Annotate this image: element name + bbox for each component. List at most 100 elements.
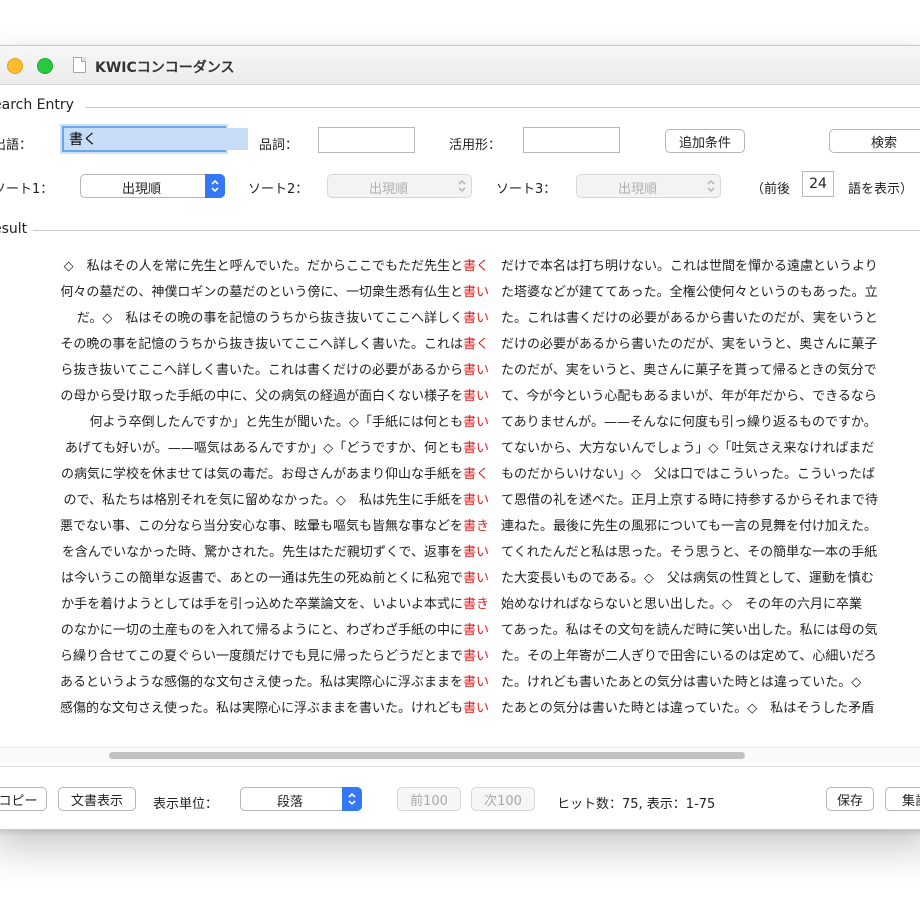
left-context: 何よう卒倒したんですか」と先生が聞いた。◇「手紙には何とも — [89, 415, 463, 430]
keyword: 書い — [462, 545, 489, 560]
bottom-toolbar: コピー 文書表示 表示単位： 段落 前100 次100 ヒット数：75, 表示：… — [0, 766, 920, 829]
previous-100-button[interactable]: 前100 — [397, 787, 461, 811]
keyword: 書い — [462, 649, 489, 664]
pos-field[interactable] — [318, 127, 415, 153]
save-button[interactable]: 保存 — [826, 787, 874, 811]
sort2-select: 出現順 — [327, 174, 472, 198]
aggregate-button[interactable]: 集計 — [885, 787, 920, 811]
right-context: てないから、大方ないんでしょう」◇「吐気さえ来なければまだ — [501, 441, 875, 456]
document-view-button[interactable]: 文書表示 — [58, 787, 136, 811]
display-unit-select[interactable]: 段落 — [240, 787, 362, 811]
kwic-row[interactable]: 感傷的な文句さえ使った。私は実際心に浮ぶままを書いた。けれども 書い たあとの気分は… — [0, 693, 920, 719]
next-100-button[interactable]: 次100 — [471, 787, 535, 811]
keyword: 書く — [462, 259, 489, 274]
search-entry-title: earch Entry — [0, 97, 74, 113]
hit-count-status: ヒット数：75, 表示：1-75 — [557, 797, 716, 812]
kwic-row[interactable]: だ。◇ 私はその晩の事を記憶のうちから抜き抜いてここへ詳しく 書い た。これは書くだ… — [0, 303, 920, 329]
zoom-button[interactable] — [37, 58, 53, 74]
left-context: その晩の事を記憶のうちから抜き抜いてここへ詳しく書いた。これは — [60, 337, 463, 352]
kwic-row[interactable]: 悪でない事、この分なら当分安心な事、眩暈も嘔気も皆無な事などを 書き 連ねた。最後に… — [0, 511, 920, 537]
search-entry-divider — [85, 107, 920, 108]
kwic-row[interactable]: 何よう卒倒したんですか」と先生が聞いた。◇「手紙には何とも 書い てありませんが。—… — [0, 407, 920, 433]
conjugation-label: 活用形： — [449, 138, 502, 153]
conjugation-input[interactable] — [524, 128, 619, 152]
right-context: た。その上年寄が二人ぎりで田舎にいるのは定めて、心細いだろ — [501, 649, 877, 664]
kwic-row[interactable]: のなかに一切の土産ものを入れて帰るようにと、わざわざ手紙の中に 書い てあった。私は… — [0, 615, 920, 641]
headword-field[interactable] — [62, 126, 248, 152]
headword-label: 出語： — [0, 138, 33, 153]
right-context: てありませんが。——そんなに何度も引っ繰り返るものですか。 — [501, 415, 877, 430]
left-context: の病気に学校を休ませては気の毒だ。お母さんがあまり仰山な手紙を — [61, 467, 463, 482]
kwic-row[interactable]: 何々の墓だの、神僕ロギンの墓だのという傍に、一切衆生悉有仏生と 書い た塔婆などが建… — [0, 277, 920, 303]
left-context: の母から受け取った手紙の中に、父の病気の経過が面白くない様子を — [60, 389, 463, 404]
left-context: あるというような感傷的な文句さえ使った。私は実際心に浮ぶままを — [59, 675, 463, 690]
right-context: た大変長いものである。◇ 父は病気の性質として、運動を慎む — [501, 571, 874, 586]
right-context: てあった。私はその文句を読んだ時に笑い出した。私には母の気 — [501, 623, 878, 638]
window-title: KWICコンコーダンス — [95, 60, 235, 76]
kwic-row[interactable]: ら抜き抜いてここへ詳しく書いた。これは書くだけの必要があるから 書い たのだが、実を… — [0, 355, 920, 381]
right-context: て恩借の礼を述べた。正月上京する時に持参するからそれまで待 — [501, 493, 879, 508]
display-unit-label: 表示単位： — [153, 797, 219, 812]
right-context: た。これは書くだけの必要があるから書いたのだが、実をいうと — [501, 311, 878, 326]
minimize-button[interactable] — [7, 58, 23, 74]
right-context: だけの必要があるから書いたのだが、実をいうと、奥さんに菓子 — [501, 337, 878, 352]
left-context: ら繰り合せてこの夏ぐらい一度顔だけでも見に帰ったらどうだとまで — [59, 649, 463, 664]
right-context: 連ねた。最後に先生の風邪についても一言の見舞を付け加えた。 — [501, 519, 877, 534]
sort2-value: 出現順 — [368, 182, 408, 197]
keyword: 書い — [462, 623, 489, 638]
kwic-row[interactable]: の病気に学校を休ませては気の毒だ。お母さんがあまり仰山な手紙を 書く ものだからいけ… — [0, 459, 920, 485]
keyword: 書い — [462, 311, 489, 326]
context-size-field[interactable]: 24 — [802, 171, 834, 197]
keyword: 書い — [462, 285, 489, 300]
sort1-chevron-updown-icon — [205, 174, 225, 198]
sort2-label: ソート2： — [248, 182, 309, 197]
kwic-row[interactable]: ので、私たちは格別それを気に留めなかった。◇ 私は先生に手紙を 書い て恩借の礼を述… — [0, 485, 920, 511]
right-context: て、今が今という心配もあるまいが、年が年だから、できるなら — [501, 389, 877, 404]
right-context: たのだが、実をいうと、奥さんに菓子を貰って帰るときの気分で — [501, 363, 877, 378]
document-icon — [73, 57, 86, 73]
kwic-row[interactable]: あげても好いが。——嘔気はあるんですか」◇「どうですか、何とも 書い てないから、大… — [0, 433, 920, 459]
left-context: か手を着けようとしては手を引っ込めた卒業論文を、いよいよ本式に — [61, 597, 463, 612]
sort1-select[interactable]: 出現順 — [80, 174, 225, 198]
conjugation-field[interactable] — [523, 127, 620, 153]
keyword: 書い — [462, 493, 489, 508]
kwic-row[interactable]: は今いうこの簡単な返書で、あとの一通は先生の死ぬ前とくに私宛で 書い た大変長いもの… — [0, 563, 920, 589]
right-context: ものだからいけない」◇ 父は口ではこういった。こういったば — [501, 467, 875, 482]
display-unit-chevron-updown-icon — [342, 787, 362, 811]
pos-label: 品詞： — [259, 138, 299, 153]
scrollbar-thumb[interactable] — [109, 752, 745, 759]
keyword: 書く — [462, 467, 489, 482]
sort3-select: 出現順 — [576, 174, 721, 198]
kwic-row[interactable]: あるというような感傷的な文句さえ使った。私は実際心に浮ぶままを 書い た。けれども書… — [0, 667, 920, 693]
keyword: 書く — [462, 337, 489, 352]
pos-input[interactable] — [319, 128, 414, 152]
copy-button[interactable]: コピー — [0, 787, 47, 811]
keyword: 書い — [462, 675, 489, 690]
keyword: 書い — [462, 415, 489, 430]
kwic-results-list[interactable]: ◇ 私はその人を常に先生と呼んでいた。だからここでもただ先生と 書く だけで本名は打… — [0, 251, 920, 766]
right-context: た。けれども書いたあとの気分は書いた時とは違っていた。◇ — [501, 675, 862, 690]
left-context: 悪でない事、この分なら当分安心な事、眩暈も嘔気も皆無な事などを — [59, 519, 463, 534]
kwic-row[interactable]: か手を着けようとしては手を引っ込めた卒業論文を、いよいよ本式に 書き 始めなければな… — [0, 589, 920, 615]
display-unit-value: 段落 — [276, 795, 303, 810]
kwic-row[interactable]: を含んでいなかった時、驚かされた。先生はただ親切ずくで、返事を 書い てくれたんだと… — [0, 537, 920, 563]
left-context: 感傷的な文句さえ使った。私は実際心に浮ぶままを書いた。けれども — [59, 701, 463, 716]
keyword: 書い — [462, 389, 489, 404]
kwic-row[interactable]: の母から受け取った手紙の中に、父の病気の経過が面白くない様子を 書い て、今が今とい… — [0, 381, 920, 407]
context-prefix: （前後 — [751, 182, 791, 197]
right-context: たあとの気分は書いた時とは違っていた。◇ 私はそうした矛盾 — [501, 701, 875, 716]
horizontal-scrollbar[interactable] — [0, 747, 920, 762]
search-button[interactable]: 検索 — [829, 129, 920, 153]
add-condition-button[interactable]: 追加条件 — [665, 129, 745, 153]
left-context: のなかに一切の土産ものを入れて帰るようにと、わざわざ手紙の中に — [60, 623, 463, 638]
keyword: 書き — [462, 519, 489, 534]
left-context: を含んでいなかった時、驚かされた。先生はただ親切ずくで、返事を — [61, 545, 463, 560]
keyword: 書い — [462, 701, 489, 716]
sort2-chevron-updown-icon — [452, 174, 472, 198]
kwic-row[interactable]: ◇ 私はその人を常に先生と呼んでいた。だからここでもただ先生と 書く だけで本名は打… — [0, 251, 920, 277]
right-context: てくれたんだと私は思った。そう思うと、その簡単な一本の手紙 — [501, 545, 878, 560]
kwic-row[interactable]: その晩の事を記憶のうちから抜き抜いてここへ詳しく書いた。これは 書く だけの必要があ… — [0, 329, 920, 355]
headword-input[interactable] — [64, 128, 248, 150]
kwic-window: KWICコンコーダンス earch Entry 出語： 品詞： 活用形： 追加条… — [0, 45, 920, 830]
kwic-row[interactable]: ら繰り合せてこの夏ぐらい一度顔だけでも見に帰ったらどうだとまで 書い た。その上年寄… — [0, 641, 920, 667]
